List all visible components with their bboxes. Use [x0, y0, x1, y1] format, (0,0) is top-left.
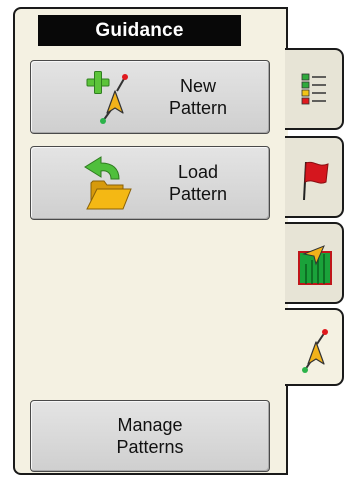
flag-icon [303, 161, 329, 201]
tab-coverage[interactable] [285, 222, 344, 304]
tab-summary[interactable] [285, 48, 344, 130]
coverage-map-icon [298, 245, 332, 285]
new-pattern-label-line1: New [179, 76, 216, 96]
tab-flag[interactable] [285, 136, 344, 218]
load-pattern-label-line1: Load [177, 162, 219, 182]
page-title: Guidance [38, 15, 241, 46]
load-pattern-button[interactable]: Load Pattern [30, 146, 270, 220]
new-pattern-icon [86, 71, 128, 124]
list-icon [301, 73, 326, 105]
new-pattern-label-line2: Pattern [168, 98, 228, 118]
manage-patterns-label-line1: Manage [117, 415, 183, 435]
load-pattern-icon [84, 156, 132, 210]
panel-edge [286, 7, 288, 48]
guidance-screen: { "title": "Guidance", "buttons": { "new… [0, 0, 346, 483]
guidance-icon [302, 329, 328, 373]
tab-guidance[interactable] [285, 308, 344, 386]
manage-patterns-button[interactable]: Manage Patterns [30, 400, 270, 472]
manage-patterns-label-line2: Patterns [116, 437, 184, 457]
load-pattern-label-line2: Pattern [168, 184, 228, 204]
panel-edge [286, 386, 288, 475]
new-pattern-button[interactable]: New Pattern [30, 60, 270, 134]
